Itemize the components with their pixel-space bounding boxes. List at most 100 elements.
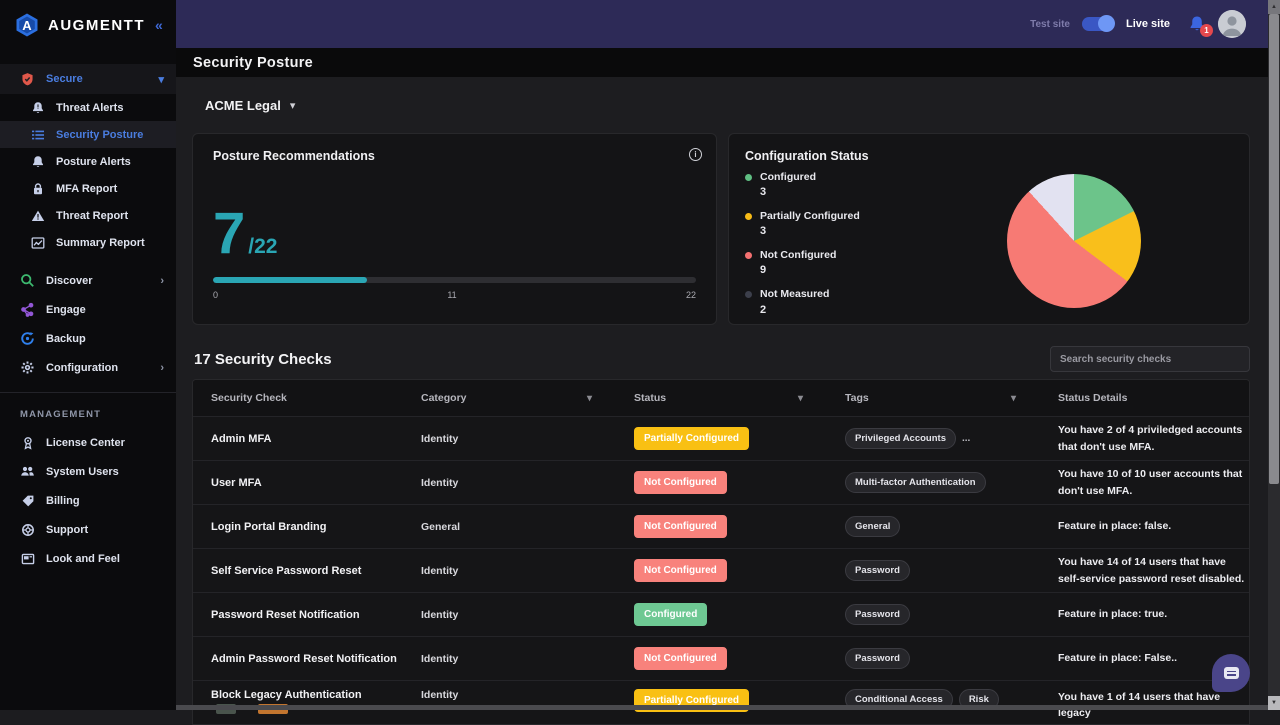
shield-icon	[20, 72, 35, 87]
legend-dot	[745, 174, 752, 181]
legend-dot	[745, 213, 752, 220]
lifebuoy-icon	[20, 522, 35, 537]
scroll-up-button[interactable]: ▲	[1268, 0, 1280, 14]
info-icon[interactable]: i	[689, 148, 702, 161]
check-category: Identity	[403, 689, 616, 701]
sidebar-item-label: Look and Feel	[46, 553, 164, 565]
sidebar-item-mfa-report[interactable]: MFA Report	[0, 175, 176, 202]
table-row[interactable]: Admin MFA Identity Partially Configured …	[193, 416, 1249, 460]
chevron-down-icon[interactable]: ▾	[798, 393, 803, 404]
search-input[interactable]	[1050, 346, 1250, 372]
sidebar-item-engage[interactable]: Engage	[0, 295, 176, 324]
brand-logo[interactable]: A AUGMENTT «	[0, 0, 176, 50]
card-title: Configuration Status	[745, 149, 1233, 163]
status-badge: Configured	[634, 603, 707, 626]
scrollbar-thumb[interactable]	[1269, 14, 1279, 484]
column-header-status[interactable]: Status▾	[616, 392, 827, 404]
legend-dot	[745, 291, 752, 298]
legend-value: 3	[760, 225, 860, 237]
chat-icon	[1224, 667, 1239, 679]
check-category: Identity	[403, 609, 616, 621]
check-category: General	[403, 521, 616, 533]
status-details: Feature in place: true.	[1040, 606, 1245, 622]
sidebar-item-discover[interactable]: Discover ›	[0, 266, 176, 295]
sidebar-item-system-users[interactable]: System Users	[0, 457, 176, 486]
legend-value: 3	[760, 186, 816, 198]
chevron-down-icon[interactable]: ▾	[1011, 393, 1016, 404]
posture-progress-fill	[213, 277, 367, 283]
chevron-down-icon: ▾	[290, 99, 296, 112]
sidebar-item-threat-alerts[interactable]: Threat Alerts	[0, 94, 176, 121]
configuration-status-card: Configuration Status Configured 3 Partia…	[728, 133, 1250, 325]
chevron-right-icon: ›	[160, 362, 164, 374]
tick-mid: 11	[447, 290, 456, 300]
sidebar-item-label: System Users	[46, 466, 164, 478]
legend-item-not-configured: Not Configured 9	[745, 249, 860, 276]
table-row[interactable]: Self Service Password Reset Identity Not…	[193, 548, 1249, 592]
legend-label: Configured	[760, 171, 816, 184]
card-title: Posture Recommendations	[213, 149, 696, 163]
sidebar-item-license-center[interactable]: License Center	[0, 428, 176, 457]
notifications-button[interactable]: 1	[1188, 15, 1206, 33]
augmentt-logo-icon: A	[14, 12, 40, 38]
scroll-down-button[interactable]: ▼	[1268, 696, 1280, 710]
client-selector[interactable]: ACME Legal ▾	[192, 77, 1250, 133]
table-row[interactable]: Login Portal Branding General Not Config…	[193, 504, 1249, 548]
legend-label: Not Configured	[760, 249, 836, 262]
chevron-down-icon: ▾	[158, 73, 164, 86]
tag-pill: Password	[845, 560, 910, 581]
check-category: Identity	[403, 565, 616, 577]
sidebar-collapse-icon[interactable]: «	[155, 17, 163, 33]
management-section-label: MANAGEMENT	[0, 393, 176, 428]
status-badge: Not Configured	[634, 559, 727, 582]
notification-count-badge: 1	[1200, 24, 1213, 37]
legend-dot	[745, 252, 752, 259]
check-name: Block Legacy Authentication	[193, 689, 403, 701]
check-name: Admin MFA	[193, 433, 403, 445]
column-header-category[interactable]: Category▾	[403, 392, 616, 404]
chat-widget-button[interactable]	[1212, 654, 1250, 692]
sidebar-item-billing[interactable]: Billing	[0, 486, 176, 515]
table-row[interactable]: Password Reset Notification Identity Con…	[193, 592, 1249, 636]
sidebar-item-label: License Center	[46, 437, 164, 449]
table-row[interactable]: Block Legacy Authentication Identity Par…	[193, 680, 1249, 724]
sidebar-item-security-posture[interactable]: Security Posture	[0, 121, 176, 148]
column-header-security-check: Security Check	[193, 392, 403, 404]
price-tag-icon	[20, 493, 35, 508]
column-header-tags[interactable]: Tags▾	[827, 392, 1040, 404]
site-toggle[interactable]	[1082, 17, 1114, 31]
check-name: Self Service Password Reset	[193, 565, 403, 577]
sidebar-item-label: Threat Report	[56, 210, 128, 222]
sidebar-item-label: Support	[46, 524, 164, 536]
table-row[interactable]: User MFA Identity Not Configured Multi-f…	[193, 460, 1249, 504]
tag-pill: Multi-factor Authentication	[845, 472, 986, 493]
tags-overflow: ...	[962, 433, 970, 444]
check-category: Identity	[403, 653, 616, 665]
vertical-scrollbar[interactable]: ▲ ▼	[1268, 0, 1280, 710]
table-header-row: Security Check Category▾ Status▾ Tags▾ S…	[193, 380, 1249, 416]
table-row[interactable]: Admin Password Reset Notification Identi…	[193, 636, 1249, 680]
horizontal-scrollbar[interactable]	[176, 705, 1268, 710]
check-category: Identity	[403, 477, 616, 489]
toggle-knob	[1098, 15, 1115, 32]
medal-icon	[20, 435, 35, 450]
legend-value: 9	[760, 264, 836, 276]
sidebar-item-secure[interactable]: Secure ▾	[0, 64, 176, 94]
sidebar-item-posture-alerts[interactable]: Posture Alerts	[0, 148, 176, 175]
sidebar-item-support[interactable]: Support	[0, 515, 176, 544]
posture-scale: 0 11 22	[213, 290, 696, 300]
check-category: Identity	[403, 433, 616, 445]
posture-score: 7	[213, 205, 245, 263]
pie-legend: Configured 3 Partially Configured 3 Not …	[745, 171, 860, 316]
sidebar-item-backup[interactable]: Backup	[0, 324, 176, 353]
sidebar-item-summary-report[interactable]: Summary Report	[0, 229, 176, 256]
users-icon	[20, 464, 35, 479]
sidebar-item-look-and-feel[interactable]: Look and Feel	[0, 544, 176, 573]
sidebar-item-configuration[interactable]: Configuration ›	[0, 353, 176, 382]
sidebar-item-label: Security Posture	[56, 129, 143, 141]
chevron-down-icon[interactable]: ▾	[587, 393, 592, 404]
check-name: User MFA	[193, 477, 403, 489]
user-avatar[interactable]	[1218, 10, 1246, 38]
sidebar-item-threat-report[interactable]: Threat Report	[0, 202, 176, 229]
sidebar-item-label: Summary Report	[56, 237, 145, 249]
